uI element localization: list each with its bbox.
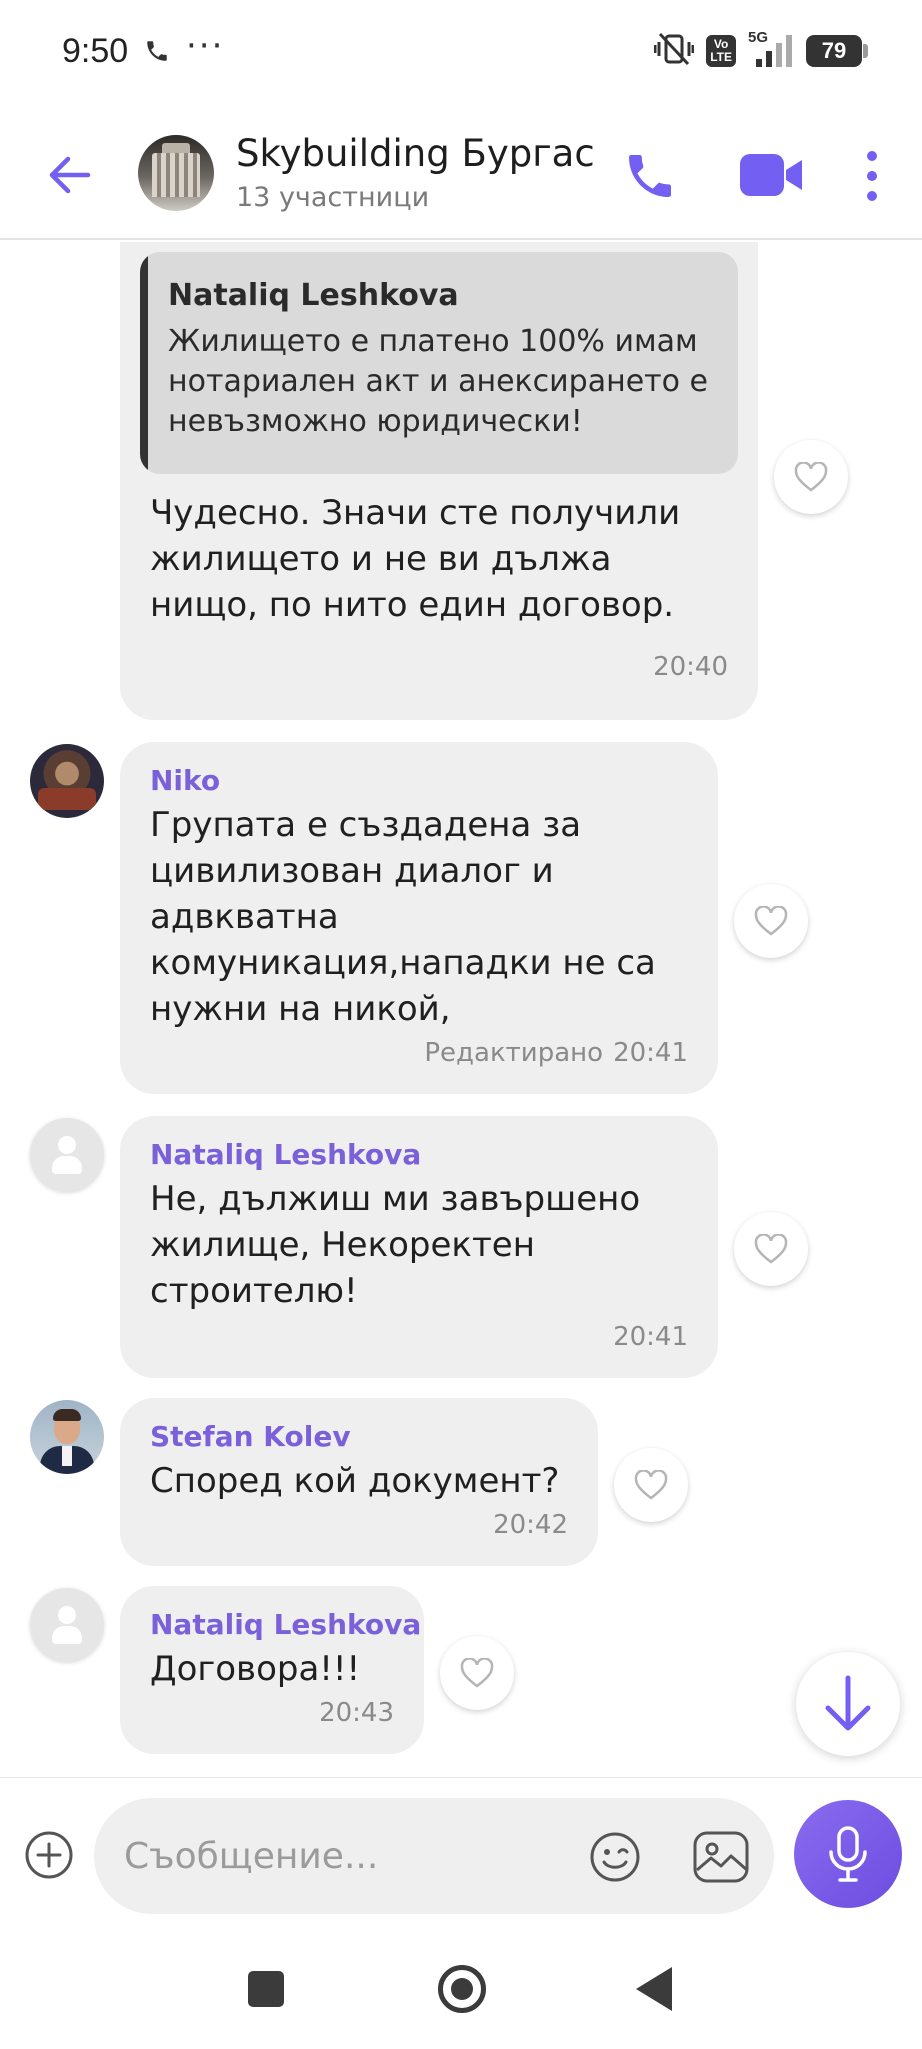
message-time: Редактирано 20:41 bbox=[424, 1038, 688, 1068]
group-avatar[interactable] bbox=[138, 135, 214, 211]
system-navigation-bar bbox=[0, 1927, 922, 2049]
group-title[interactable]: Skybuilding Бургас bbox=[236, 132, 595, 175]
message-bubble[interactable]: Nataliq Leshkova Не, дължиш ми завършено… bbox=[120, 1116, 718, 1378]
attach-button[interactable] bbox=[24, 1830, 74, 1880]
message-bubble[interactable]: Stefan Kolev Според кой документ? 20:42 bbox=[120, 1398, 598, 1566]
volte-indicator: Vo LTE bbox=[706, 35, 736, 67]
volte-top: Vo bbox=[713, 37, 729, 51]
back-arrow-icon bbox=[49, 156, 91, 194]
more-vertical-icon bbox=[867, 151, 877, 201]
emoji-icon bbox=[590, 1832, 640, 1882]
like-button[interactable] bbox=[774, 440, 848, 514]
message-text: Групата е създадена за цивилизован диало… bbox=[150, 805, 656, 1029]
like-button[interactable] bbox=[734, 884, 808, 958]
phone-icon bbox=[629, 155, 671, 197]
message-composer bbox=[0, 1777, 922, 1927]
call-button[interactable] bbox=[622, 148, 678, 204]
quote-bar bbox=[140, 252, 148, 474]
sender-name[interactable]: Stefan Kolev bbox=[150, 1420, 351, 1453]
emoji-button[interactable] bbox=[588, 1830, 642, 1884]
back-button[interactable] bbox=[44, 150, 94, 200]
time-value: 20:41 bbox=[613, 1038, 688, 1068]
heart-icon bbox=[634, 1470, 668, 1500]
message-text: Договора!!! bbox=[150, 1649, 361, 1689]
microphone-icon bbox=[829, 1826, 867, 1882]
like-button[interactable] bbox=[734, 1212, 808, 1286]
message-time: 20:42 bbox=[493, 1510, 568, 1540]
vibrate-off-icon bbox=[653, 32, 695, 70]
video-camera-icon bbox=[740, 154, 802, 196]
status-time: 9:50 bbox=[62, 32, 129, 70]
message-bubble[interactable]: Nataliq Leshkova Жилището е платено 100%… bbox=[120, 242, 758, 720]
home-button[interactable] bbox=[438, 1965, 486, 2013]
volte-bottom: LTE bbox=[710, 50, 732, 64]
message-input-container bbox=[94, 1798, 774, 1914]
quote-author: Nataliq Leshkova bbox=[168, 278, 459, 313]
message-bubble[interactable]: Niko Групата е създадена за цивилизован … bbox=[120, 742, 718, 1094]
message-text: Според кой документ? bbox=[150, 1461, 560, 1501]
sender-name[interactable]: Niko bbox=[150, 764, 220, 797]
notification-dots: ··· bbox=[186, 26, 225, 66]
message-input[interactable] bbox=[124, 1826, 544, 1886]
status-icons: Vo LTE 5G 79 bbox=[653, 29, 868, 70]
participants-count[interactable]: 13 участници bbox=[236, 182, 429, 213]
quoted-message[interactable]: Nataliq Leshkova Жилището е платено 100%… bbox=[140, 252, 738, 474]
gallery-icon bbox=[693, 1831, 749, 1883]
message-time: 20:40 bbox=[653, 652, 728, 682]
heart-icon bbox=[794, 462, 828, 492]
more-options-button[interactable] bbox=[862, 148, 882, 204]
gallery-button[interactable] bbox=[692, 1830, 750, 1884]
sender-name[interactable]: Nataliq Leshkova bbox=[150, 1608, 421, 1641]
quote-text: Жилището е платено 100% имам нотариален … bbox=[168, 324, 708, 439]
plus-circle-icon bbox=[25, 1831, 73, 1879]
arrow-down-icon bbox=[825, 1675, 871, 1731]
message-text: Не, дължиш ми завършено жилище, Некорект… bbox=[150, 1179, 641, 1311]
like-button[interactable] bbox=[614, 1448, 688, 1522]
heart-icon bbox=[460, 1658, 494, 1688]
avatar[interactable] bbox=[30, 1118, 104, 1192]
video-call-button[interactable] bbox=[738, 150, 804, 200]
avatar[interactable] bbox=[30, 1400, 104, 1474]
scroll-to-bottom-button[interactable] bbox=[796, 1652, 900, 1756]
battery-indicator: 79 bbox=[806, 35, 868, 67]
message-time: 20:41 bbox=[613, 1322, 688, 1352]
voice-message-button[interactable] bbox=[794, 1800, 902, 1908]
message-text: Чудесно. Значи сте получили жилището и н… bbox=[150, 493, 681, 625]
recents-button[interactable] bbox=[248, 1971, 284, 2007]
message-time: 20:43 bbox=[319, 1698, 394, 1728]
heart-icon bbox=[754, 906, 788, 936]
status-bar: 9:50 ··· Vo LTE 5G 79 bbox=[0, 0, 922, 110]
edited-label: Редактирано bbox=[424, 1038, 604, 1068]
call-status-icon bbox=[144, 38, 170, 68]
system-back-button[interactable] bbox=[636, 1967, 672, 2011]
like-button[interactable] bbox=[440, 1636, 514, 1710]
message-list[interactable]: Nataliq Leshkova Жилището е платено 100%… bbox=[0, 242, 922, 1777]
signal-icon: 5G bbox=[748, 29, 794, 69]
heart-icon bbox=[754, 1234, 788, 1264]
avatar[interactable] bbox=[30, 744, 104, 818]
message-bubble[interactable]: Nataliq Leshkova Договора!!! 20:43 bbox=[120, 1586, 424, 1754]
avatar[interactable] bbox=[30, 1588, 104, 1662]
sender-name[interactable]: Nataliq Leshkova bbox=[150, 1138, 421, 1171]
chat-header: Skybuilding Бургас 13 участници bbox=[0, 110, 922, 240]
